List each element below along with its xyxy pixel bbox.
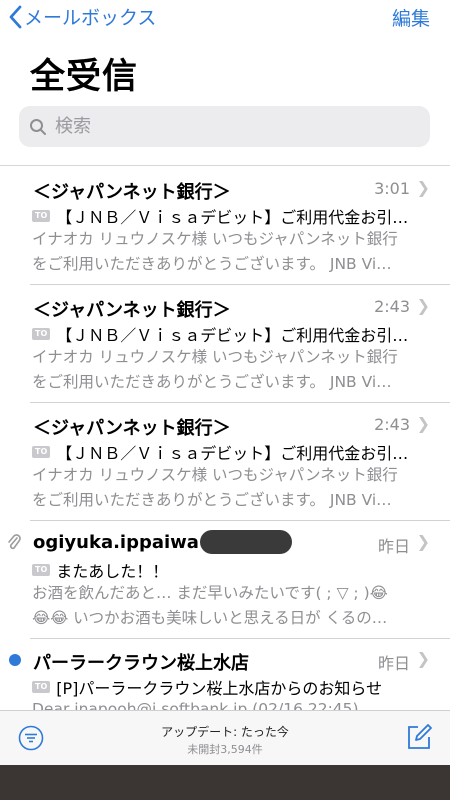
compose-icon: [408, 724, 432, 749]
background-strip: [0, 765, 450, 800]
message-subject-line: TO 【ＪＮＢ／Ｖｉｓａデビット】ご利用代金お引…: [32, 204, 428, 228]
search-icon: [30, 118, 46, 135]
edit-button[interactable]: 編集: [392, 4, 430, 31]
message-preview-line: 😂😂 いつかお酒も美味しいと思える日が くるの…: [32, 609, 388, 627]
to-badge: TO: [32, 564, 51, 576]
message-preview-line: イナオカ リュウノスケ様 いつもジャパンネット銀行: [32, 466, 398, 484]
page-title: 全受信: [30, 57, 139, 97]
message-row[interactable]: ＜ジャパンネット銀行＞ 3:01 ❯ TO 【ＪＮＢ／Ｖｉｓａデビット】ご利用代…: [0, 166, 450, 285]
back-button[interactable]: メールボックス: [8, 3, 156, 30]
message-time: 昨日: [377, 654, 410, 673]
message-sender: ogiyuka.ippaiwa @ gt...: [33, 532, 272, 553]
message-preview-line: をご利用いただきありがとうございます。 JNB Vi…: [32, 373, 392, 391]
chevron-right-icon: ❯: [416, 649, 430, 668]
message-sender: パーラークラウン桜上水店: [33, 653, 249, 674]
message-subject: 【ＪＮＢ／Ｖｉｓａデビット】ご利用代金お引…: [56, 208, 409, 227]
chevron-right-icon: ❯: [416, 178, 430, 197]
message-preview-line: イナオカ リュウノスケ様 いつもジャパンネット銀行: [32, 348, 398, 366]
chevron-left-icon: [9, 5, 22, 28]
message-preview: イナオカ リュウノスケ様 いつもジャパンネット銀行 をご利用いただきありがとうご…: [32, 463, 428, 513]
message-subject-line: TO 【ＪＮＢ／Ｖｉｓａデビット】ご利用代金お引…: [32, 322, 428, 346]
chevron-right-icon: ❯: [416, 296, 430, 315]
paperclip-icon: [7, 532, 21, 556]
message-preview-line: をご利用いただきありがとうございます。 JNB Vi…: [32, 491, 392, 509]
to-badge: TO: [32, 210, 51, 222]
message-sender: ＜ジャパンネット銀行＞: [33, 182, 231, 203]
message-preview-line: をご利用いただきありがとうございます。 JNB Vi…: [32, 255, 392, 273]
unread-count: 未開封3,594件: [187, 743, 263, 756]
search-input[interactable]: [55, 116, 385, 137]
message-subject: [P]パーラークラウン桜上水店からのお知らせ: [56, 679, 383, 698]
message-preview: お酒を飲んだあと… まだ早いみたいです( ; ▽ ; )😂 😂😂 いつかお酒も美…: [32, 581, 428, 631]
message-subject-line: TO [P]パーラークラウン桜上水店からのお知らせ: [32, 675, 428, 699]
message-sender: ＜ジャパンネット銀行＞: [33, 418, 231, 439]
message-sender: ＜ジャパンネット銀行＞: [33, 300, 231, 321]
redaction-mark: [200, 530, 292, 554]
search-bar[interactable]: [19, 106, 430, 147]
message-preview: Dear inapooh@i.softbank.jp (02/16 22:45): [32, 697, 428, 711]
message-time: 昨日: [377, 537, 410, 556]
chevron-right-icon: ❯: [416, 532, 430, 551]
message-subject: 【ＪＮＢ／Ｖｉｓａデビット】ご利用代金お引…: [56, 326, 409, 345]
to-badge: TO: [32, 328, 51, 340]
to-badge: TO: [32, 446, 51, 458]
message-preview-line: お酒を飲んだあと… まだ早いみたいです( ; ▽ ; )😂: [32, 584, 388, 602]
message-subject: またあした！！: [56, 562, 169, 581]
message-preview: イナオカ リュウノスケ様 いつもジャパンネット銀行 をご利用いただきありがとうご…: [32, 227, 428, 277]
message-row[interactable]: ＜ジャパンネット銀行＞ 2:43 ❯ TO 【ＪＮＢ／Ｖｉｓａデビット】ご利用代…: [0, 285, 450, 403]
message-subject-line: TO 【ＪＮＢ／Ｖｉｓａデビット】ご利用代金お引…: [32, 440, 428, 464]
update-status: アップデート: たった今: [161, 725, 289, 739]
unread-dot-icon: [9, 654, 21, 666]
message-row[interactable]: ＜ジャパンネット銀行＞ 2:43 ❯ TO 【ＪＮＢ／Ｖｉｓａデビット】ご利用代…: [0, 403, 450, 521]
message-subject: 【ＪＮＢ／Ｖｉｓａデビット】ご利用代金お引…: [56, 444, 409, 463]
message-time: 2:43: [374, 415, 410, 434]
to-badge: TO: [32, 681, 51, 693]
chevron-right-icon: ❯: [416, 414, 430, 433]
message-preview: イナオカ リュウノスケ様 いつもジャパンネット銀行 をご利用いただきありがとうご…: [32, 345, 428, 395]
message-subject-line: TO またあした！！: [32, 558, 428, 582]
compose-button[interactable]: [404, 722, 434, 756]
bottom-toolbar: アップデート: たった今 未開封3,594件: [0, 710, 450, 765]
back-button-label: メールボックス: [24, 7, 157, 29]
message-row[interactable]: パーラークラウン桜上水店 昨日 ❯ TO [P]パーラークラウン桜上水店からのお…: [0, 639, 450, 711]
message-time: 3:01: [374, 179, 410, 198]
message-preview-line: イナオカ リュウノスケ様 いつもジャパンネット銀行: [32, 230, 398, 248]
message-preview-line: Dear inapooh@i.softbank.jp (02/16 22:45): [32, 700, 359, 711]
message-time: 2:43: [374, 297, 410, 316]
navigation-bar: メールボックス 編集: [0, 0, 450, 36]
